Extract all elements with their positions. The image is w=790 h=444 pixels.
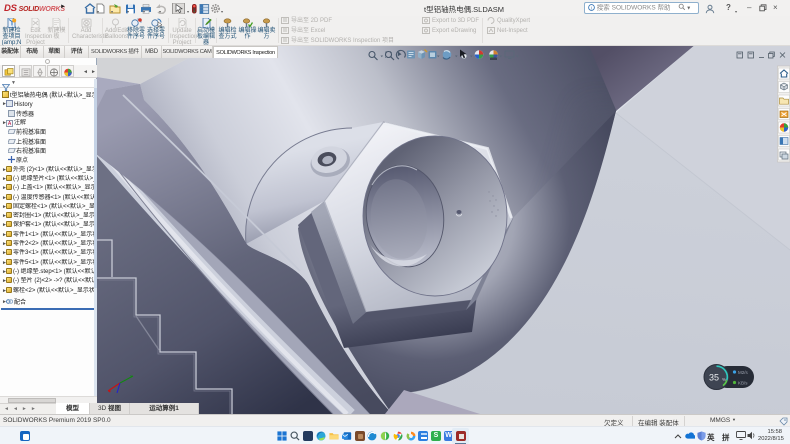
svg-text:i: i — [591, 5, 592, 10]
svg-text:M2/s: M2/s — [738, 370, 749, 375]
svg-text:%: % — [722, 377, 726, 382]
svg-text:35: 35 — [709, 373, 719, 383]
svg-text:KB/s: KB/s — [738, 381, 748, 386]
